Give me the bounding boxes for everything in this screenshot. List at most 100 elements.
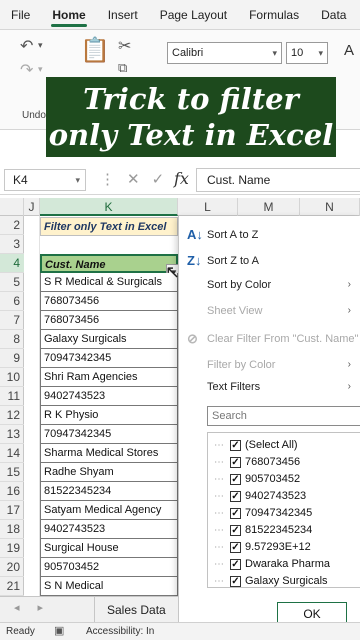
overlay-line-2: only Text in Excel (48, 118, 334, 152)
row-header[interactable]: 4 (0, 254, 24, 273)
list-item[interactable]: ⋯ ✓ Galaxy Surgicals (208, 573, 360, 587)
column-header-k[interactable]: K (40, 198, 178, 216)
accessibility-status[interactable]: Accessibility: In (86, 623, 154, 640)
tab-file[interactable]: File (0, 0, 41, 30)
undo-icon[interactable]: ↶ (20, 36, 33, 56)
row-header[interactable]: 2 (0, 216, 24, 235)
clear-filter-item[interactable]: ⊘ Clear Filter From "Cust. Name" (179, 328, 360, 350)
checkbox-checked-icon[interactable]: ✓ (230, 474, 241, 485)
text-filters-item[interactable]: Text Filters › (179, 376, 360, 398)
checkbox-checked-icon[interactable]: ✓ (230, 576, 241, 587)
checkbox-checked-icon[interactable]: ✓ (230, 457, 241, 468)
column-header-l[interactable]: L (178, 198, 238, 216)
sheet-tab-sales-data[interactable]: Sales Data (94, 597, 178, 623)
filter-by-color-item[interactable]: Filter by Color › (179, 354, 360, 376)
name-box[interactable]: K4 ▾ (4, 169, 86, 191)
row-header[interactable]: 12 (0, 406, 24, 425)
table-cell[interactable]: 768073456 (40, 311, 178, 330)
row-header[interactable]: 20 (0, 558, 24, 577)
table-cell[interactable]: Shri Ram Agencies (40, 368, 178, 387)
table-cell[interactable]: 768073456 (40, 292, 178, 311)
paste-icon[interactable]: 📋 (80, 36, 110, 65)
row-header[interactable]: 21 (0, 577, 24, 596)
sheet-nav-arrows-icon[interactable]: ◂▸ (14, 601, 61, 614)
select-all-corner[interactable] (0, 198, 24, 216)
table-cell[interactable]: 70947342345 (40, 349, 178, 368)
font-size-box[interactable]: 10 ▾ (286, 42, 328, 64)
tree-line-icon: ⋯ (214, 491, 224, 502)
table-cell[interactable]: Satyam Medical Agency (40, 501, 178, 520)
tab-page-layout[interactable]: Page Layout (149, 0, 238, 30)
row-header[interactable]: 19 (0, 539, 24, 558)
formula-input[interactable]: Cust. Name (196, 168, 360, 192)
redo-icon[interactable]: ↷ (20, 60, 33, 80)
list-item[interactable]: ⋯ ✓ 905703452 (208, 471, 360, 488)
row-header[interactable]: 7 (0, 311, 24, 330)
column-header-m[interactable]: M (238, 198, 300, 216)
list-item[interactable]: ⋯ ✓ 768073456 (208, 454, 360, 471)
tab-data[interactable]: Data (310, 0, 357, 30)
grow-font-button[interactable]: A (344, 42, 354, 59)
sort-a-to-z-item[interactable]: A↓ Sort A to Z (179, 224, 360, 246)
sheet-view-item[interactable]: Sheet View › (179, 300, 360, 322)
list-item[interactable]: ⋯ ✓ Dwaraka Pharma (208, 556, 360, 573)
sort-z-to-a-item[interactable]: Z↓ Sort Z to A (179, 250, 360, 272)
list-item[interactable]: ⋯ ✓ (Select All) (208, 437, 360, 454)
undo-dropdown-icon[interactable]: ▾ (38, 40, 43, 51)
row-header[interactable]: 9 (0, 349, 24, 368)
table-cell[interactable]: Galaxy Surgicals (40, 330, 178, 349)
checkbox-checked-icon[interactable]: ✓ (230, 559, 241, 570)
column-header-j[interactable]: J (24, 198, 40, 216)
checkbox-checked-icon[interactable]: ✓ (230, 542, 241, 553)
row-header[interactable]: 18 (0, 520, 24, 539)
checkbox-checked-icon[interactable]: ✓ (230, 440, 241, 451)
list-item[interactable]: ⋯ ✓ 70947342345 (208, 505, 360, 522)
checkbox-checked-icon[interactable]: ✓ (230, 525, 241, 536)
row-header[interactable]: 6 (0, 292, 24, 311)
table-cell[interactable]: 70947342345 (40, 425, 178, 444)
column-header-n[interactable]: N (300, 198, 360, 216)
table-cell[interactable]: S N Medical (40, 577, 178, 596)
header-cell-cust-name[interactable]: Cust. Name (40, 254, 178, 273)
cut-icon[interactable]: ✂ (118, 36, 131, 56)
table-cell[interactable]: Radhe Shyam (40, 463, 178, 482)
table-cell[interactable]: 905703452 (40, 558, 178, 577)
row-header[interactable]: 17 (0, 501, 24, 520)
row-header[interactable]: 14 (0, 444, 24, 463)
checkbox-checked-icon[interactable]: ✓ (230, 508, 241, 519)
table-cell[interactable]: S R Medical & Surgicals (40, 273, 178, 292)
list-item[interactable]: ⋯ ✓ 9402743523 (208, 488, 360, 505)
list-item[interactable]: ⋯ ✓ 9.57293E+12 (208, 539, 360, 556)
table-cell[interactable]: 81522345234 (40, 482, 178, 501)
font-name-box[interactable]: Calibri ▾ (167, 42, 282, 64)
insert-function-button[interactable]: fx (174, 169, 189, 188)
checkbox-checked-icon[interactable]: ✓ (230, 491, 241, 502)
table-cell[interactable]: R K Physio (40, 406, 178, 425)
tab-home[interactable]: Home (41, 0, 96, 30)
row-header[interactable]: 11 (0, 387, 24, 406)
table-cell[interactable]: Sharma Medical Stores (40, 444, 178, 463)
filter-values-list[interactable]: ⋯ ✓ (Select All) ⋯ ✓ 768073456 ⋯ ✓ 90570… (207, 432, 360, 588)
row-header[interactable]: 10 (0, 368, 24, 387)
filter-search-input[interactable]: Search (207, 406, 360, 426)
row-header[interactable]: 16 (0, 482, 24, 501)
sort-by-color-item[interactable]: Sort by Color › (179, 274, 360, 296)
tab-formulas[interactable]: Formulas (238, 0, 310, 30)
tab-insert[interactable]: Insert (97, 0, 149, 30)
redo-dropdown-icon[interactable]: ▾ (38, 64, 43, 75)
table-cell[interactable]: 9402743523 (40, 520, 178, 539)
clear-filter-icon: ⊘ (187, 331, 198, 346)
macro-record-icon[interactable]: ▣ (54, 623, 64, 640)
copy-icon[interactable]: ⧉ (118, 60, 127, 76)
row-header[interactable]: 8 (0, 330, 24, 349)
row-header[interactable]: 15 (0, 463, 24, 482)
table-cell[interactable]: 9402743523 (40, 387, 178, 406)
row-header[interactable]: 5 (0, 273, 24, 292)
row-header[interactable]: 3 (0, 235, 24, 254)
list-item[interactable]: ⋯ ✓ 81522345234 (208, 522, 360, 539)
list-item-label: 9402743523 (245, 490, 307, 502)
table-cell[interactable]: Surgical House (40, 539, 178, 558)
font-size-value: 10 (291, 47, 304, 59)
title-cell[interactable]: Filter only Text in Excel (40, 217, 178, 236)
row-header[interactable]: 13 (0, 425, 24, 444)
